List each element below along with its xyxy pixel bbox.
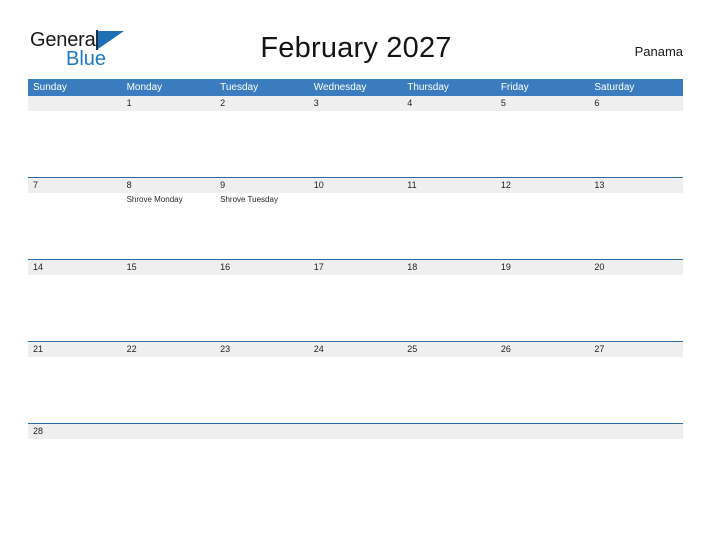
calendar-day-18[interactable]: 18 (402, 260, 496, 341)
day-number (407, 424, 496, 439)
day-number: 10 (313, 180, 324, 190)
day-number: 27 (594, 344, 605, 354)
calendar-day-5[interactable]: 5 (496, 96, 590, 177)
calendar-day-19[interactable]: 19 (496, 260, 590, 341)
weekday-header-row: Sunday Monday Tuesday Wednesday Thursday Frid… (28, 79, 683, 96)
calendar-day-empty (215, 424, 309, 446)
weekday-header-wednesday: Wednesday (313, 82, 367, 93)
calendar-day-28[interactable]: 28 (28, 424, 122, 446)
calendar-grid: Sunday Monday Tuesday Wednesday Thursday Frid… (28, 79, 683, 446)
day-number: 21 (33, 344, 44, 354)
calendar-week-row: 1 2 3 4 5 6 (28, 96, 683, 177)
event-item: Shrove Monday (126, 195, 183, 204)
day-number: 9 (220, 180, 226, 190)
day-number: 1 (126, 98, 132, 108)
weekday-header-monday: Monday (126, 82, 163, 93)
day-number: 3 (313, 98, 319, 108)
calendar-day-17[interactable]: 17 (309, 260, 403, 341)
calendar-day-empty (402, 424, 496, 446)
weekday-header-saturday: Saturday (594, 82, 635, 93)
calendar-day-8[interactable]: 8 Shrove Monday (122, 178, 216, 259)
weekday-header-thursday: Thursday (407, 82, 449, 93)
day-number: 16 (220, 262, 231, 272)
day-number (127, 424, 216, 439)
day-number: 2 (220, 98, 226, 108)
day-number: 22 (126, 344, 137, 354)
calendar-day-2[interactable]: 2 (215, 96, 309, 177)
day-number: 19 (500, 262, 511, 272)
calendar-day-27[interactable]: 27 (589, 342, 683, 423)
calendar-day-9[interactable]: 9 Shrove Tuesday (215, 178, 309, 259)
day-number: 13 (594, 180, 605, 190)
calendar-week-row: 14 15 16 17 18 19 20 (28, 259, 683, 341)
day-number (220, 424, 309, 439)
page-header: General Blue February 2027 Panama (0, 0, 712, 69)
calendar-day-1[interactable]: 1 (122, 96, 216, 177)
calendar-day-10[interactable]: 10 (309, 178, 403, 259)
day-number: 14 (33, 262, 44, 272)
day-number: 18 (407, 262, 418, 272)
calendar-day-empty (309, 424, 403, 446)
calendar-day-empty (496, 424, 590, 446)
event-list: Shrove Monday (127, 194, 216, 205)
calendar-day-15[interactable]: 15 (122, 260, 216, 341)
calendar-week-row: 28 (28, 423, 683, 446)
country-label: Panama (634, 44, 683, 59)
calendar-day-21[interactable]: 21 (28, 342, 122, 423)
calendar-day-26[interactable]: 26 (496, 342, 590, 423)
calendar-day-empty (28, 96, 122, 177)
day-number: 23 (220, 344, 231, 354)
day-number (594, 424, 683, 439)
day-cells: 1 2 3 4 5 6 (28, 96, 683, 177)
day-cells: 7 8 Shrove Monday 9 Shrove Tuesday 10 11 12 13 (28, 178, 683, 259)
calendar-day-empty (122, 424, 216, 446)
day-number (314, 424, 403, 439)
calendar-day-16[interactable]: 16 (215, 260, 309, 341)
day-number: 5 (500, 98, 506, 108)
calendar-day-22[interactable]: 22 (122, 342, 216, 423)
day-number: 26 (500, 344, 511, 354)
calendar-day-3[interactable]: 3 (309, 96, 403, 177)
day-cells: 14 15 16 17 18 19 20 (28, 260, 683, 341)
calendar-day-24[interactable]: 24 (309, 342, 403, 423)
calendar-week-row: 21 22 23 24 25 26 27 (28, 341, 683, 423)
day-number: 17 (313, 262, 324, 272)
day-number: 25 (407, 344, 418, 354)
day-number: 12 (500, 180, 511, 190)
day-number: 15 (126, 262, 137, 272)
event-list: Shrove Tuesday (220, 194, 309, 205)
day-number: 8 (126, 180, 132, 190)
calendar-weeks: 1 2 3 4 5 6 7 8 Shrove Monday 9 Shrove Tuesday 10 11… (28, 96, 683, 446)
event-item: Shrove Tuesday (220, 195, 278, 204)
page-title: February 2027 (260, 32, 452, 64)
day-number: 11 (407, 180, 417, 190)
calendar-day-25[interactable]: 25 (402, 342, 496, 423)
calendar-week-row: 7 8 Shrove Monday 9 Shrove Tuesday 10 11 12 13 (28, 177, 683, 259)
calendar-day-11[interactable]: 11 (402, 178, 496, 259)
weekday-header-friday: Friday (500, 82, 529, 93)
day-cells: 28 (28, 424, 683, 446)
day-number (33, 96, 122, 111)
calendar-day-7[interactable]: 7 (28, 178, 122, 259)
calendar-day-23[interactable]: 23 (215, 342, 309, 423)
day-number: 24 (313, 344, 324, 354)
day-number: 20 (594, 262, 605, 272)
calendar-day-6[interactable]: 6 (589, 96, 683, 177)
day-number: 28 (33, 426, 44, 436)
calendar-day-12[interactable]: 12 (496, 178, 590, 259)
day-number: 4 (407, 98, 413, 108)
weekday-header-sunday: Sunday (33, 82, 67, 93)
calendar-day-4[interactable]: 4 (402, 96, 496, 177)
weekday-header-tuesday: Tuesday (220, 82, 259, 93)
day-number: 6 (594, 98, 600, 108)
day-number: 7 (33, 180, 39, 190)
calendar-day-empty (589, 424, 683, 446)
day-cells: 21 22 23 24 25 26 27 (28, 342, 683, 423)
calendar-day-20[interactable]: 20 (589, 260, 683, 341)
calendar-day-13[interactable]: 13 (589, 178, 683, 259)
calendar-day-14[interactable]: 14 (28, 260, 122, 341)
day-number (501, 424, 590, 439)
